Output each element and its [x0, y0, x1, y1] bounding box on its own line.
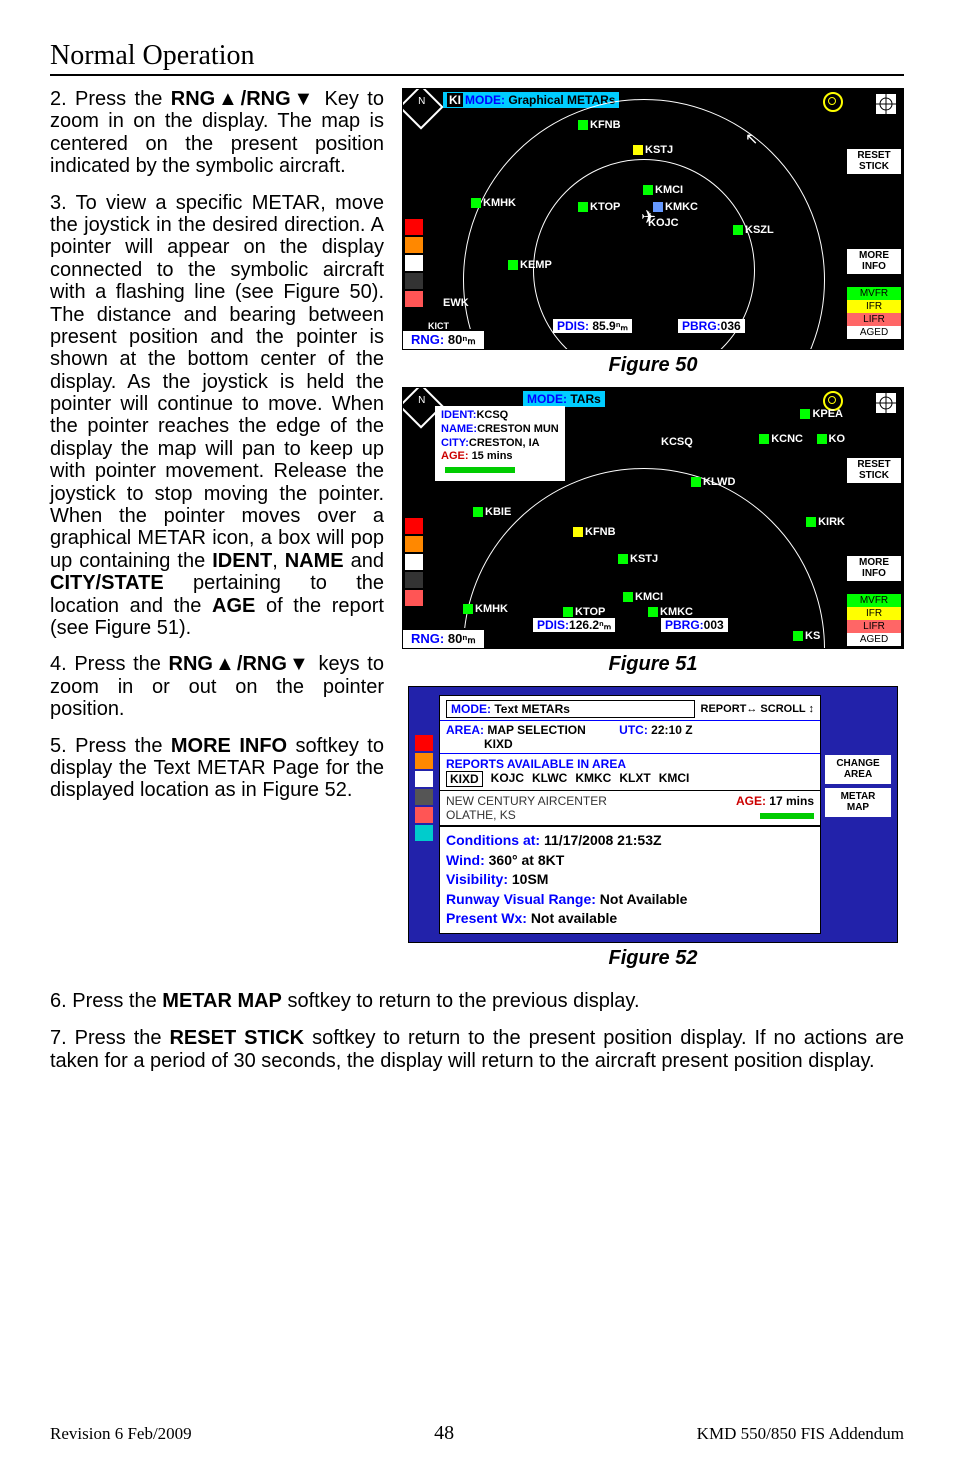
page-title: Normal Operation	[50, 40, 904, 76]
step2: 2. Press the RNG▲/RNG▼ Key to zoom in on…	[50, 88, 384, 178]
compass-icon	[402, 88, 444, 130]
metar-map-softkey[interactable]: METAR MAP	[825, 788, 891, 817]
station-summary: NEW CENTURY AIRCENTER OLATHE, KS AGE: 17…	[440, 791, 820, 827]
mode-tab: MODE: Text METARs	[446, 700, 695, 718]
pbrg-readout: PBRG:003	[661, 618, 728, 632]
target-icon	[875, 392, 897, 414]
more-info-softkey[interactable]: MORE INFO	[847, 249, 901, 274]
station-selected[interactable]: KIXD	[446, 771, 483, 787]
range-readout: RNG: 80ⁿₘ	[403, 329, 484, 349]
station-option[interactable]: KOJC	[491, 771, 524, 787]
target-icon	[875, 93, 897, 115]
page-footer: Revision 6 Feb/2009 48 KMD 550/850 FIS A…	[50, 1422, 904, 1445]
legend: MVFR IFR LIFR AGED	[847, 287, 901, 339]
pdis-readout: PDIS: 85.9ⁿₘ	[553, 319, 632, 333]
step3: 3. To view a specific METAR, move the jo…	[50, 192, 384, 640]
figure-50-screen: KIMODE: Graphical METARs KFNB KSTJ KMCI …	[402, 88, 904, 350]
left-icon-strip	[415, 735, 435, 934]
pdis-readout: PDIS:126.2ⁿₘ	[533, 618, 615, 632]
figure-51-screen: MODE: TARs IDENT:KCSQ NAME:CRESTON MUN C…	[402, 387, 904, 649]
pbrg-readout: PBRG:036	[678, 319, 745, 333]
range-readout: RNG: 80ⁿₘ	[403, 628, 484, 648]
area-row: AREA: MAP SELECTION UTC: 22:10 Z KIXD	[440, 720, 820, 754]
metar-text: Conditions at: 11/17/2008 21:53Z Wind: 3…	[440, 827, 820, 933]
legend: MVFR IFR LIFR AGED	[847, 594, 901, 646]
figure-51-caption: Figure 51	[609, 653, 698, 676]
station-option[interactable]: KLWC	[532, 771, 567, 787]
step7: 7. Press the RESET STICK softkey to retu…	[50, 1027, 904, 1073]
cursor-arrow-icon: ↖	[745, 129, 758, 149]
step5: 5. Press the MORE INFO softkey to displa…	[50, 735, 384, 802]
change-area-softkey[interactable]: CHANGE AREA	[825, 755, 891, 784]
gps-ring-icon	[823, 92, 843, 112]
more-info-softkey[interactable]: MORE INFO	[847, 556, 901, 581]
aircraft-icon: ✈	[641, 207, 656, 228]
figure-50-caption: Figure 50	[609, 354, 698, 377]
reset-stick-softkey[interactable]: RESET STICK	[847, 149, 901, 174]
left-icon-strip	[405, 518, 425, 608]
figure-52-caption: Figure 52	[609, 947, 698, 970]
reset-stick-softkey[interactable]: RESET STICK	[847, 458, 901, 483]
station-option[interactable]: KMKC	[575, 771, 611, 787]
station-option[interactable]: KLXT	[619, 771, 650, 787]
station-option[interactable]: KMCI	[659, 771, 690, 787]
step6: 6. Press the METAR MAP softkey to return…	[50, 990, 904, 1013]
reports-available: REPORTS AVAILABLE IN AREA KIXD KOJC KLWC…	[440, 754, 820, 791]
step4: 4. Press the RNG▲/RNG▼ keys to zoom in o…	[50, 653, 384, 720]
report-scroll-hint: REPORT↔ SCROLL ↕	[701, 703, 814, 715]
figure-52-screen: MODE: Text METARs REPORT↔ SCROLL ↕ AREA:…	[408, 686, 898, 943]
left-icon-strip	[405, 219, 425, 309]
ident-info-popup: IDENT:KCSQ NAME:CRESTON MUN CITY:CRESTON…	[435, 406, 565, 481]
